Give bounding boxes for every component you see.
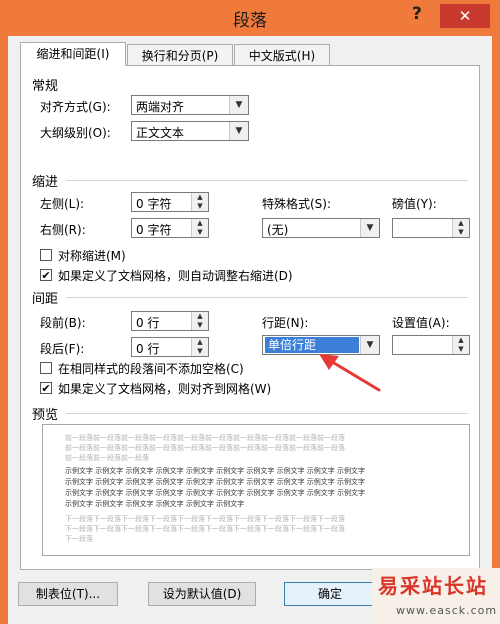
spin-down-icon[interactable]: ▼	[453, 345, 469, 354]
tab-line-page-breaks[interactable]: 换行和分页(P)	[127, 44, 233, 66]
at-spinner[interactable]: ▲ ▼	[392, 335, 470, 355]
spinner-buttons[interactable]: ▲ ▼	[452, 219, 469, 237]
before-value: 0 行	[136, 316, 160, 330]
spin-up-icon[interactable]: ▲	[192, 338, 208, 347]
spin-down-icon[interactable]: ▼	[192, 321, 208, 330]
spin-up-icon[interactable]: ▲	[192, 219, 208, 228]
special-select[interactable]: (无) ▼	[262, 218, 380, 238]
spin-up-icon[interactable]: ▲	[192, 312, 208, 321]
indent-left-label: 左侧(L):	[40, 197, 85, 211]
mirror-indents-label[interactable]: 对称缩进(M)	[58, 247, 126, 264]
outline-select[interactable]: 正文文本 ▼	[131, 121, 249, 141]
watermark-url: www.easck.com	[396, 604, 498, 617]
watermark-logo: 易采站长站	[378, 574, 488, 598]
spin-down-icon[interactable]: ▼	[453, 228, 469, 237]
preview-divider	[66, 413, 468, 414]
spin-up-icon[interactable]: ▲	[453, 219, 469, 228]
outline-value: 正文文本	[136, 126, 185, 140]
ok-button[interactable]: 确定	[284, 582, 376, 606]
special-label: 特殊格式(S):	[262, 197, 332, 211]
dialog-title: 段落	[233, 11, 267, 31]
tab-asian-typography[interactable]: 中文版式(H)	[234, 44, 330, 66]
spacing-heading: 间距	[32, 292, 59, 307]
by-spinner[interactable]: ▲ ▼	[392, 218, 470, 238]
close-button[interactable]: ✕	[440, 4, 490, 28]
spinner-buttons[interactable]: ▲ ▼	[191, 338, 208, 356]
preview-heading: 预览	[32, 408, 59, 423]
outline-label: 大纲级别(O):	[40, 126, 111, 140]
preview-prev-line: 前一段落前一段落前一段落前一段落前一段落前一段落前一段落前一段落前一段落前一段落	[65, 444, 345, 452]
spin-down-icon[interactable]: ▼	[192, 228, 208, 237]
indent-right-label: 右侧(R):	[40, 223, 86, 237]
preview-sample-line: 示例文字 示例文字 示例文字 示例文字 示例文字 示例文字	[65, 500, 245, 508]
after-spinner[interactable]: 0 行 ▲ ▼	[131, 337, 209, 357]
alignment-label: 对齐方式(G):	[40, 100, 111, 114]
chevron-down-icon: ▼	[229, 122, 248, 140]
mirror-indents-checkbox[interactable]	[40, 249, 52, 261]
indent-divider	[66, 180, 468, 181]
chevron-down-icon: ▼	[229, 96, 248, 114]
preview-next-line: 下一段落下一段落下一段落下一段落下一段落下一段落下一段落下一段落下一段落下一段落	[65, 525, 345, 533]
tab-indents-spacing[interactable]: 缩进和间距(I)	[20, 42, 126, 66]
indent-right-value: 0 字符	[136, 223, 172, 237]
alignment-value: 两端对齐	[136, 100, 185, 114]
preview-next-line: 下一段落	[65, 535, 93, 543]
spin-up-icon[interactable]: ▲	[192, 193, 208, 202]
before-spinner[interactable]: 0 行 ▲ ▼	[131, 311, 209, 331]
preview-sample-line: 示例文字 示例文字 示例文字 示例文字 示例文字 示例文字 示例文字 示例文字 …	[65, 478, 366, 486]
indent-left-spinner[interactable]: 0 字符 ▲ ▼	[131, 192, 209, 212]
preview-prev-line: 前一段落前一段落前一段落	[65, 454, 149, 462]
snap-grid-checkbox[interactable]: ✔	[40, 382, 52, 394]
annotation-arrow-icon	[319, 354, 381, 392]
indent-heading: 缩进	[32, 175, 59, 190]
indent-left-value: 0 字符	[136, 197, 172, 211]
spinner-buttons[interactable]: ▲ ▼	[452, 336, 469, 354]
after-value: 0 行	[136, 342, 160, 356]
preview-prev-line: 前一段落前一段落前一段落前一段落前一段落前一段落前一段落前一段落前一段落前一段落	[65, 434, 345, 442]
alignment-select[interactable]: 两端对齐 ▼	[131, 95, 249, 115]
after-label: 段后(F):	[40, 342, 85, 356]
preview-sample-line: 示例文字 示例文字 示例文字 示例文字 示例文字 示例文字 示例文字 示例文字 …	[65, 489, 366, 497]
by-label: 磅值(Y):	[392, 197, 437, 211]
tabs-button[interactable]: 制表位(T)...	[18, 582, 118, 606]
auto-adjust-checkbox[interactable]: ✔	[40, 269, 52, 281]
preview-sample-line: 示例文字 示例文字 示例文字 示例文字 示例文字 示例文字 示例文字 示例文字 …	[65, 467, 366, 475]
no-space-label[interactable]: 在相同样式的段落间不添加空格(C)	[58, 360, 244, 377]
at-label: 设置值(A):	[392, 316, 450, 330]
spin-up-icon[interactable]: ▲	[453, 336, 469, 345]
spin-down-icon[interactable]: ▼	[192, 347, 208, 356]
preview-box: 前一段落前一段落前一段落前一段落前一段落前一段落前一段落前一段落前一段落前一段落…	[42, 424, 470, 556]
special-value: (无)	[267, 223, 289, 237]
spin-down-icon[interactable]: ▼	[192, 202, 208, 211]
spinner-buttons[interactable]: ▲ ▼	[191, 219, 208, 237]
help-icon[interactable]: ?	[412, 4, 422, 24]
spinner-buttons[interactable]: ▲ ▼	[191, 193, 208, 211]
indent-right-spinner[interactable]: 0 字符 ▲ ▼	[131, 218, 209, 238]
spacing-divider	[66, 297, 468, 298]
snap-grid-label[interactable]: 如果定义了文档网格，则对齐到网格(W)	[58, 380, 271, 397]
spinner-buttons[interactable]: ▲ ▼	[191, 312, 208, 330]
before-label: 段前(B):	[40, 316, 86, 330]
no-space-checkbox[interactable]	[40, 362, 52, 374]
preview-next-line: 下一段落下一段落下一段落下一段落下一段落下一段落下一段落下一段落下一段落下一段落	[65, 515, 345, 523]
line-spacing-label: 行距(N):	[262, 316, 309, 330]
set-default-button[interactable]: 设为默认值(D)	[148, 582, 256, 606]
general-heading: 常规	[32, 79, 59, 94]
chevron-down-icon: ▼	[360, 219, 379, 237]
auto-adjust-label[interactable]: 如果定义了文档网格，则自动调整右缩进(D)	[58, 267, 293, 284]
